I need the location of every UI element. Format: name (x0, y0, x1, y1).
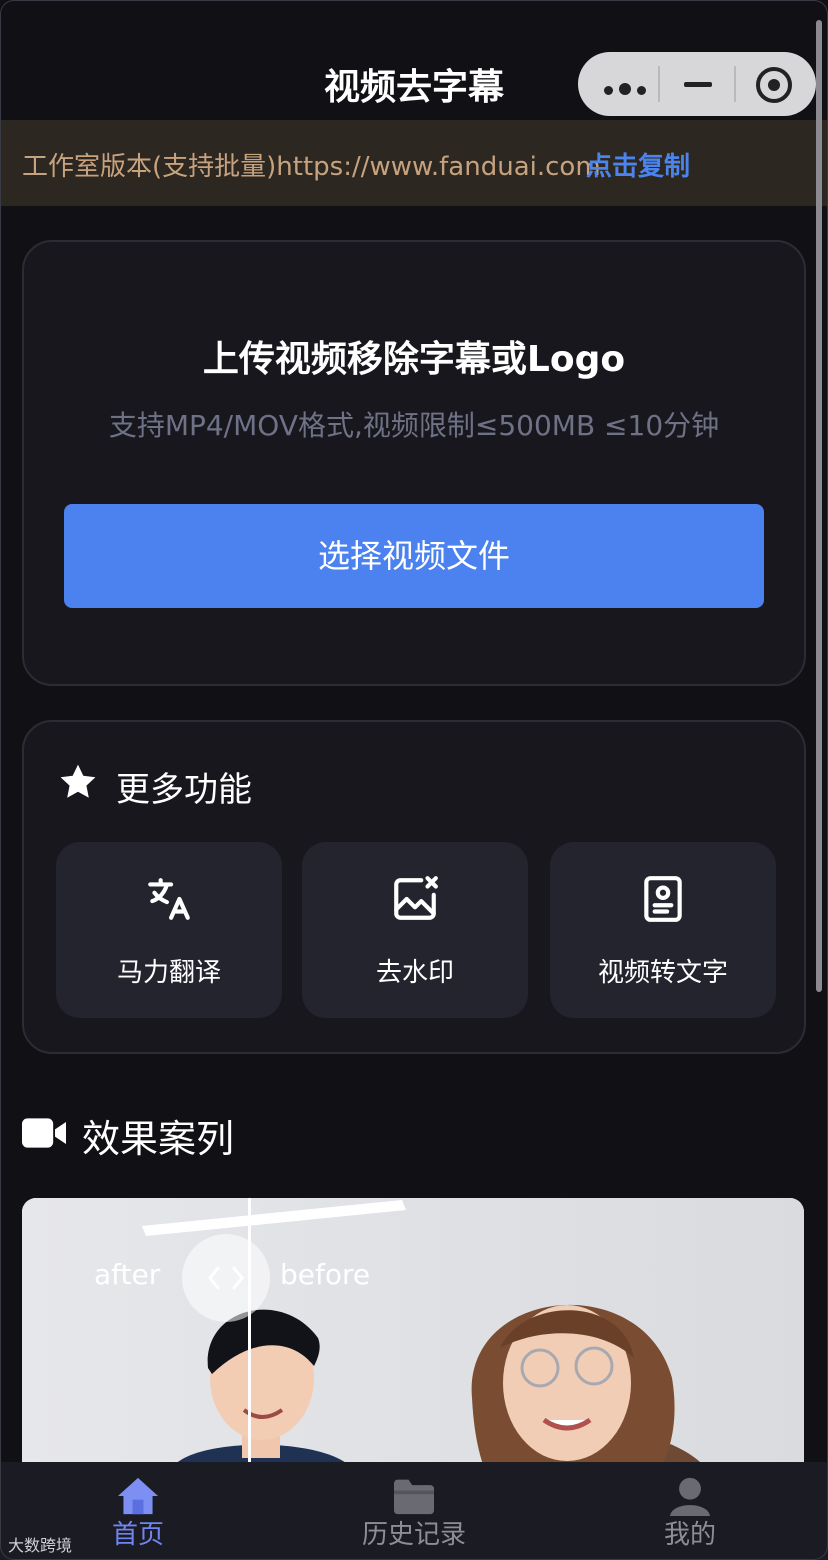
notice-text: 工作室版本(支持批量)https://www.fanduai.com (22, 152, 601, 182)
top-bar: 视频去字幕 (0, 0, 828, 120)
feature-label: 去水印 (375, 958, 454, 988)
scrollbar[interactable] (816, 20, 822, 992)
chevron-left-right-icon (208, 1266, 244, 1290)
home-icon (118, 1477, 158, 1515)
folder-icon (394, 1479, 434, 1515)
upload-subtitle: 支持MP4/MOV格式,视频限制≤500MB ≤10分钟 (108, 409, 720, 442)
video-camera-icon (22, 1118, 66, 1148)
compare-slider-handle[interactable] (182, 1234, 270, 1322)
section-title: 更多功能 (116, 770, 252, 810)
target-close-icon (756, 67, 792, 103)
cases-title: 效果案列 (82, 1117, 235, 1161)
feature-label: 视频转文字 (597, 958, 728, 988)
minimize-button[interactable] (660, 52, 738, 116)
copy-link-button[interactable]: 点击复制 (586, 146, 690, 183)
case-compare-image[interactable] (22, 1198, 804, 1498)
case-photo (22, 1198, 804, 1498)
feature-label: 马力翻译 (116, 958, 221, 988)
close-button[interactable] (736, 52, 814, 116)
document-search-icon (644, 876, 682, 922)
before-label: before (280, 1258, 371, 1291)
watermark-logo: 大数跨境 (8, 1536, 73, 1555)
star-icon (60, 764, 96, 798)
more-functions-card: 更多功能 马力翻译 去水印 视频转文字 (22, 720, 806, 1054)
tab-history[interactable]: 历史记录 (276, 1462, 552, 1560)
select-video-button[interactable]: 选择视频文件 (64, 504, 764, 608)
bottom-tab-bar: 首页 历史记录 我的 (0, 1462, 828, 1560)
user-icon (670, 1477, 710, 1516)
feature-translate[interactable]: 马力翻译 (56, 842, 282, 1018)
image-remove-icon (394, 876, 438, 920)
upload-title: 上传视频移除字幕或Logo (202, 339, 626, 380)
tab-profile[interactable]: 我的 (552, 1462, 828, 1560)
translate-icon (148, 878, 190, 920)
more-options-button[interactable] (578, 52, 656, 116)
feature-remove-watermark[interactable]: 去水印 (302, 842, 528, 1018)
notice-bar: 工作室版本(支持批量)https://www.fanduai.com 点击复制 (0, 120, 828, 206)
mini-program-capsule (578, 52, 816, 116)
feature-video-to-text[interactable]: 视频转文字 (550, 842, 776, 1018)
minus-icon (684, 82, 712, 87)
upload-card: 上传视频移除字幕或Logo 支持MP4/MOV格式,视频限制≤500MB ≤10… (22, 240, 806, 686)
app-frame: 视频去字幕 工作室版本(支持批量)https://www.fanduai.com… (0, 0, 828, 1560)
tab-label: 历史记录 (361, 1520, 466, 1550)
more-dots-icon (604, 80, 652, 99)
tab-label: 我的 (663, 1520, 716, 1550)
after-label: after (94, 1258, 161, 1291)
